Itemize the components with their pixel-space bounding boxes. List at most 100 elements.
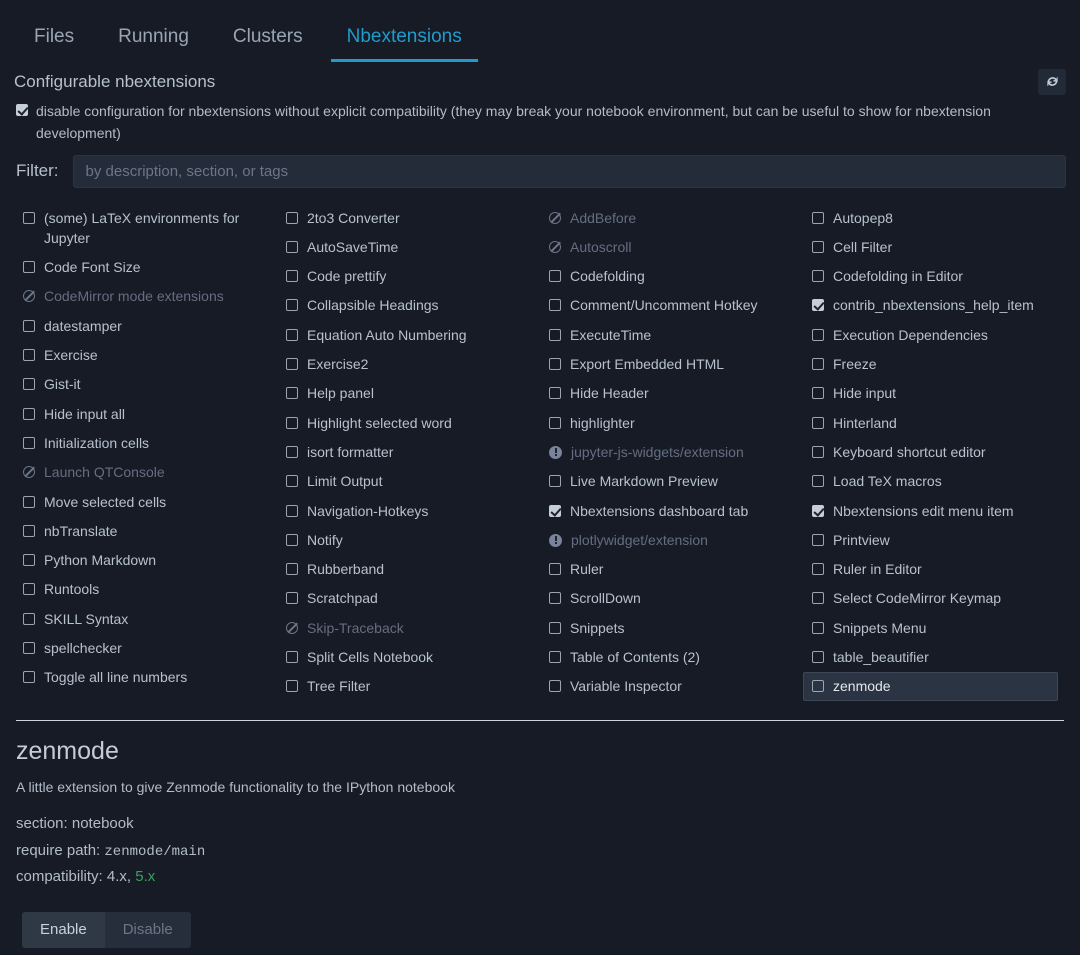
extension-checkbox[interactable] [286, 563, 298, 575]
extension-list-item[interactable]: Nbextensions edit menu item [803, 497, 1058, 525]
extension-list-item[interactable]: Load TeX macros [803, 467, 1058, 495]
refresh-button[interactable] [1038, 69, 1066, 95]
extension-list-item[interactable]: Rubberband [277, 555, 532, 583]
extension-checkbox[interactable] [23, 212, 35, 224]
extension-list-item[interactable]: Equation Auto Numbering [277, 321, 532, 349]
extension-checkbox[interactable] [23, 496, 35, 508]
extension-checkbox[interactable] [812, 534, 824, 546]
extension-list-item[interactable]: spellchecker [14, 634, 269, 662]
extension-list-item[interactable]: Skip-Traceback [277, 614, 532, 642]
tab-files[interactable]: Files [18, 19, 90, 62]
disable-compat-row[interactable]: disable configuration for nbextensions w… [0, 97, 1062, 144]
extension-checkbox[interactable] [286, 212, 298, 224]
extension-checkbox[interactable] [812, 446, 824, 458]
extension-list-item[interactable]: Move selected cells [14, 488, 269, 516]
extension-list-item[interactable]: Select CodeMirror Keymap [803, 584, 1058, 612]
extension-list-item[interactable]: Hide input all [14, 400, 269, 428]
disable-button[interactable]: Disable [105, 912, 191, 948]
extension-checkbox[interactable] [23, 408, 35, 420]
extension-list-item[interactable]: Export Embedded HTML [540, 350, 795, 378]
extension-list-item[interactable]: Tree Filter [277, 672, 532, 700]
extension-checkbox[interactable] [286, 358, 298, 370]
extension-checkbox[interactable] [286, 592, 298, 604]
extension-checkbox[interactable] [812, 387, 824, 399]
extension-checkbox[interactable] [286, 505, 298, 517]
extension-checkbox[interactable] [812, 358, 824, 370]
extension-list-item[interactable]: jupyter-js-widgets/extension [540, 438, 795, 466]
extension-checkbox[interactable] [286, 446, 298, 458]
extension-list-item[interactable]: Runtools [14, 575, 269, 603]
extension-list-item[interactable]: Gist-it [14, 370, 269, 398]
tab-clusters[interactable]: Clusters [217, 19, 319, 62]
extension-list-item[interactable]: Navigation-Hotkeys [277, 497, 532, 525]
extension-checkbox[interactable] [549, 680, 561, 692]
extension-checkbox[interactable] [812, 651, 824, 663]
extension-list-item[interactable]: Table of Contents (2) [540, 643, 795, 671]
extension-checkbox[interactable] [549, 417, 561, 429]
extension-checkbox[interactable] [812, 299, 824, 311]
filter-input[interactable] [73, 155, 1067, 188]
extension-checkbox[interactable] [23, 378, 35, 390]
extension-checkbox[interactable] [812, 622, 824, 634]
extension-checkbox[interactable] [23, 613, 35, 625]
extension-list-item[interactable]: Help panel [277, 379, 532, 407]
extension-list-item[interactable]: Execution Dependencies [803, 321, 1058, 349]
extension-checkbox[interactable] [286, 387, 298, 399]
extension-checkbox[interactable] [286, 329, 298, 341]
enable-button[interactable]: Enable [22, 912, 105, 948]
extension-list-item[interactable]: Autopep8 [803, 204, 1058, 232]
extension-list-item[interactable]: isort formatter [277, 438, 532, 466]
extension-checkbox[interactable] [812, 241, 824, 253]
extension-list-item[interactable]: Cell Filter [803, 233, 1058, 261]
extension-list-item[interactable]: Highlight selected word [277, 409, 532, 437]
extension-list-item[interactable]: AddBefore [540, 204, 795, 232]
extension-checkbox[interactable] [23, 437, 35, 449]
extension-list-item[interactable]: plotlywidget/extension [540, 526, 795, 554]
extension-list-item[interactable]: AutoSaveTime [277, 233, 532, 261]
extension-list-item[interactable]: Collapsible Headings [277, 291, 532, 319]
extension-checkbox[interactable] [23, 261, 35, 273]
extension-list-item[interactable]: ExecuteTime [540, 321, 795, 349]
disable-compat-checkbox[interactable] [16, 104, 28, 116]
extension-list-item[interactable]: Autoscroll [540, 233, 795, 261]
extension-checkbox[interactable] [286, 534, 298, 546]
tab-nbextensions[interactable]: Nbextensions [331, 19, 478, 62]
extension-checkbox[interactable] [549, 505, 561, 517]
extension-list-item[interactable]: Exercise [14, 341, 269, 369]
extension-list-item[interactable]: Ruler in Editor [803, 555, 1058, 583]
extension-list-item[interactable]: contrib_nbextensions_help_item [803, 291, 1058, 319]
extension-checkbox[interactable] [812, 505, 824, 517]
extension-list-item[interactable]: Codefolding [540, 262, 795, 290]
extension-checkbox[interactable] [23, 642, 35, 654]
extension-list-item[interactable]: Hide input [803, 379, 1058, 407]
extension-list-item[interactable]: Exercise2 [277, 350, 532, 378]
extension-list-item[interactable]: Launch QTConsole [14, 458, 269, 486]
extension-checkbox[interactable] [812, 592, 824, 604]
extension-checkbox[interactable] [286, 241, 298, 253]
extension-checkbox[interactable] [549, 387, 561, 399]
tab-running[interactable]: Running [102, 19, 205, 62]
extension-list-item[interactable]: nbTranslate [14, 517, 269, 545]
extension-list-item[interactable]: Live Markdown Preview [540, 467, 795, 495]
extension-checkbox[interactable] [286, 475, 298, 487]
extension-list-item[interactable]: ScrollDown [540, 584, 795, 612]
extension-checkbox[interactable] [549, 475, 561, 487]
extension-checkbox[interactable] [286, 651, 298, 663]
extension-list-item[interactable]: Hide Header [540, 379, 795, 407]
extension-list-item[interactable]: zenmode [803, 672, 1058, 700]
extension-list-item[interactable]: Hinterland [803, 409, 1058, 437]
extension-list-item[interactable]: SKILL Syntax [14, 605, 269, 633]
extension-checkbox[interactable] [286, 417, 298, 429]
extension-list-item[interactable]: highlighter [540, 409, 795, 437]
extension-list-item[interactable]: Codefolding in Editor [803, 262, 1058, 290]
extension-checkbox[interactable] [23, 320, 35, 332]
extension-checkbox[interactable] [812, 417, 824, 429]
extension-checkbox[interactable] [812, 212, 824, 224]
extension-list-item[interactable]: Limit Output [277, 467, 532, 495]
extension-checkbox[interactable] [23, 525, 35, 537]
extension-list-item[interactable]: Freeze [803, 350, 1058, 378]
extension-list-item[interactable]: CodeMirror mode extensions [14, 282, 269, 310]
extension-checkbox[interactable] [812, 563, 824, 575]
extension-list-item[interactable]: Snippets Menu [803, 614, 1058, 642]
extension-checkbox[interactable] [23, 349, 35, 361]
